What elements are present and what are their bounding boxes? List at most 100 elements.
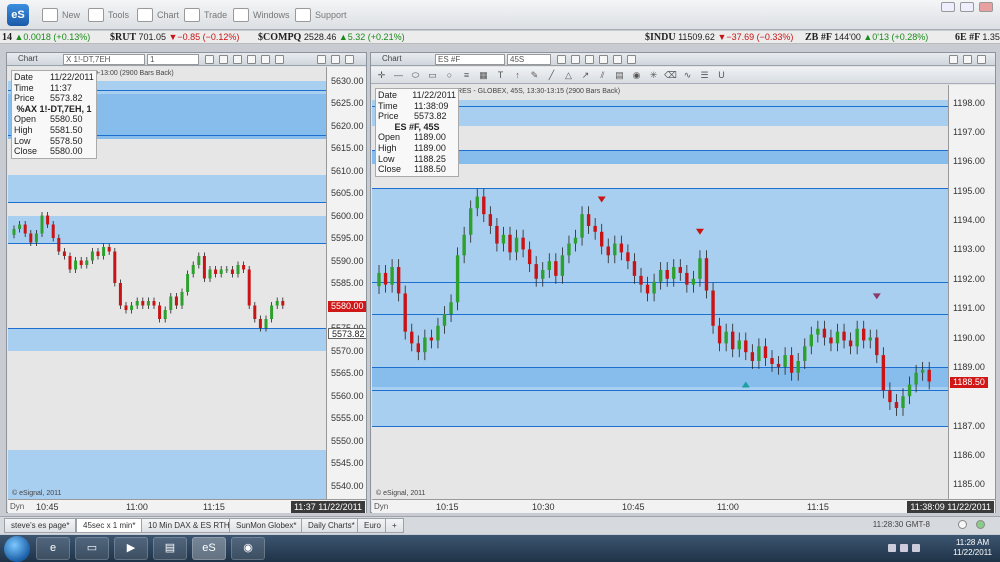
maximize-icon[interactable]: [960, 2, 974, 12]
tools-button[interactable]: Tools: [88, 0, 129, 30]
eraser-icon[interactable]: ⌫: [664, 69, 677, 81]
tab-sunmon-globex[interactable]: SunMon Globex*: [229, 518, 304, 533]
support-button[interactable]: Support: [295, 0, 347, 30]
grid-icon[interactable]: [233, 55, 242, 64]
ray-icon[interactable]: ↗: [579, 69, 592, 81]
right-time-axis[interactable]: 10:15 10:30 10:45 11:00 11:15 11:38:09 11/22/…: [372, 499, 995, 513]
grid-icon[interactable]: ▦: [477, 69, 490, 81]
ie-icon[interactable]: e: [36, 537, 70, 560]
candle: [816, 320, 820, 343]
tray-volume-icon[interactable]: [912, 544, 920, 552]
pencil-icon[interactable]: ✎: [528, 69, 541, 81]
ticker-item-0[interactable]: 14 ▲0.0018 (+0.13%): [2, 31, 90, 44]
dyn-toggle[interactable]: Dyn: [10, 502, 24, 511]
candle: [658, 262, 663, 290]
left-price-axis[interactable]: 5630.00 5625.00 5620.00 5615.00 5610.00 5605.…: [326, 67, 366, 499]
close-panel-icon[interactable]: [977, 55, 986, 64]
symbol-field[interactable]: ES #F: [435, 54, 505, 65]
ellipse-icon[interactable]: ⬭: [409, 69, 422, 81]
ticker-item-5[interactable]: 6E #F 1.35: [955, 31, 1000, 44]
left-chart-panel[interactable]: Chart X 1!-DT,7EH 1 © eSignal, 2011 0-13:…: [6, 52, 367, 513]
rect-icon[interactable]: ▭: [426, 69, 439, 81]
data-value: 1189.00: [414, 132, 446, 143]
tab-[interactable]: +: [385, 518, 404, 533]
candle: [881, 347, 886, 399]
trade-button[interactable]: Trade: [184, 0, 227, 30]
table-icon[interactable]: ▤: [613, 69, 626, 81]
link-icon[interactable]: [557, 55, 566, 64]
interval-field[interactable]: 1: [147, 54, 199, 65]
pencil-icon[interactable]: [571, 55, 580, 64]
wave-icon[interactable]: ∿: [681, 69, 694, 81]
ticker-change: ▲0.0018 (+0.13%): [14, 32, 91, 42]
ticker-value: 701.05: [138, 32, 169, 42]
media-player-icon[interactable]: ▶: [114, 537, 148, 560]
new-button[interactable]: New: [42, 0, 80, 30]
maximize-panel-icon[interactable]: [331, 55, 340, 64]
arrow-up-icon[interactable]: ↑: [511, 69, 524, 81]
cross-icon[interactable]: ✛: [375, 69, 388, 81]
ruler-icon[interactable]: [599, 55, 608, 64]
ticker-item-2[interactable]: $COMPQ 2528.46 ▲5.32 (+0.21%): [258, 31, 405, 44]
tray-network-icon[interactable]: [900, 544, 908, 552]
list-icon[interactable]: ☰: [698, 69, 711, 81]
candle: [281, 297, 285, 310]
symbol-field[interactable]: X 1!-DT,7EH: [63, 54, 145, 65]
candle: [135, 297, 139, 310]
trend-icon[interactable]: ╱: [545, 69, 558, 81]
arrow-icon[interactable]: [261, 55, 270, 64]
tab-45sec-x-1-min[interactable]: 45sec x 1 min*: [76, 518, 143, 533]
price-tick-label: 5550.00: [331, 435, 364, 446]
gann-icon[interactable]: ✳: [647, 69, 660, 81]
start-button[interactable]: [4, 536, 30, 562]
candle: [829, 329, 833, 352]
tray-flag-icon[interactable]: [888, 544, 896, 552]
tab-euro[interactable]: Euro: [357, 518, 388, 533]
close-icon[interactable]: [979, 2, 993, 12]
left-time-axis[interactable]: 10:45 11:00 11:15 11:37 11/22/2011 Dyn: [8, 499, 366, 513]
right-price-axis[interactable]: 1198.00 1197.00 1196.00 1195.00 1194.00 1193.…: [948, 85, 995, 499]
grid-icon[interactable]: [585, 55, 594, 64]
system-clock[interactable]: 11:28 AM 11/22/2011: [953, 538, 992, 558]
ticker-item-4[interactable]: ZB #F 144'00 ▲0'13 (+0.28%): [805, 31, 928, 44]
maximize-panel-icon[interactable]: [963, 55, 972, 64]
ruler-icon[interactable]: [247, 55, 256, 64]
app-icon[interactable]: ◉: [231, 537, 265, 560]
chain-icon[interactable]: [275, 55, 284, 64]
magnet-icon[interactable]: U: [715, 69, 728, 81]
eye-icon[interactable]: ◉: [630, 69, 643, 81]
network-icon[interactable]: ▤: [153, 537, 187, 560]
esignal-task-button[interactable]: eS: [192, 537, 226, 560]
candle: [770, 350, 774, 372]
line-icon[interactable]: —: [392, 69, 405, 81]
folder-icon[interactable]: ▭: [75, 537, 109, 560]
arrow-icon[interactable]: [613, 55, 622, 64]
chart-button[interactable]: Chart: [137, 0, 179, 30]
right-chart-panel[interactable]: Chart ES #F 45S ✛ — ⬭ ▭ ○ ≡ ▦ T ↑ ✎ ╱ △ ↗ ⫽ ▤ ◉ ✳ ⌫ ∿ ☰ U © …: [370, 52, 996, 513]
pencil-icon[interactable]: [219, 55, 228, 64]
ticker-item-1[interactable]: $RUT 701.05 ▼−0.85 (−0.12%): [110, 31, 239, 44]
channel-icon[interactable]: ⫽: [596, 69, 609, 81]
fib-icon[interactable]: ≡: [460, 69, 473, 81]
dyn-toggle[interactable]: Dyn: [374, 502, 388, 511]
close-panel-icon[interactable]: [345, 55, 354, 64]
tab-steve-s-es-page[interactable]: steve's es page*: [4, 518, 77, 533]
text-icon[interactable]: T: [494, 69, 507, 81]
triangle-icon[interactable]: △: [562, 69, 575, 81]
candle-body: [475, 196, 479, 209]
chain-icon[interactable]: [627, 55, 636, 64]
price-tick-label: 1193.00: [953, 244, 985, 255]
windows-button[interactable]: Windows: [233, 0, 290, 30]
esignal-logo[interactable]: eS: [7, 4, 29, 26]
left-plot-area[interactable]: © eSignal, 2011 0-13:00 (2900 Bars Back) D…: [8, 67, 326, 499]
right-plot-area[interactable]: © eSignal, 2011 URES - GLOBEX, 45S, 13:30…: [372, 85, 948, 499]
restore-icon[interactable]: [317, 55, 326, 64]
circle-icon[interactable]: ○: [443, 69, 456, 81]
minimize-icon[interactable]: [941, 2, 955, 12]
tab-10-min-dax-es-rth[interactable]: 10 Min DAX & ES RTH*: [141, 518, 240, 533]
ticker-item-3[interactable]: $INDU 11509.62 ▼−37.69 (−0.33%): [645, 31, 793, 44]
restore-icon[interactable]: [949, 55, 958, 64]
link-icon[interactable]: [205, 55, 214, 64]
tab-daily-charts[interactable]: Daily Charts*: [301, 518, 362, 533]
interval-field[interactable]: 45S: [507, 54, 551, 65]
